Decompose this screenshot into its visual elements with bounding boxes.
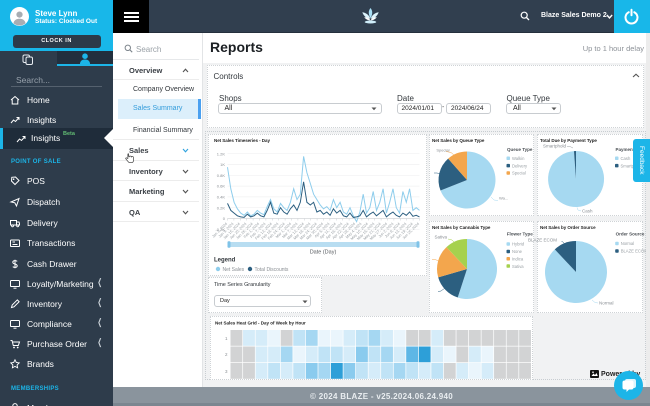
svg-text:0.6K: 0.6K [216, 183, 225, 188]
svg-text:Legend: Legend [214, 257, 236, 263]
svg-text:1K: 1K [220, 162, 225, 167]
svg-text:Sativa: Sativa [512, 263, 524, 268]
svg-text:1.2K: 1.2K [216, 151, 225, 156]
svg-text:Order Source: Order Source [615, 231, 644, 236]
svg-text:BLAZE ECOM: BLAZE ECOM [527, 237, 556, 242]
svg-text:Date (Day): Date (Day) [309, 249, 336, 255]
svg-text:Wa...: Wa... [499, 196, 508, 201]
svg-text:3: 3 [224, 368, 227, 373]
svg-text:None: None [512, 249, 523, 254]
svg-text:Queue Type: Queue Type [507, 147, 533, 152]
svg-text:Special: Special [512, 171, 526, 176]
svg-text:0.8K: 0.8K [216, 172, 225, 177]
svg-text:Walkin: Walkin [512, 156, 525, 161]
svg-text:Cash: Cash [620, 156, 630, 161]
svg-text:Sativa: Sativa [434, 234, 447, 239]
svg-text:1: 1 [224, 335, 227, 340]
svg-text:Indica: Indica [512, 256, 524, 261]
svg-text:Hybrid: Hybrid [512, 241, 525, 246]
svg-text:0.4K: 0.4K [216, 194, 225, 199]
svg-text:0: 0 [222, 216, 225, 221]
svg-text:Normal: Normal [620, 241, 634, 246]
svg-text:Smartphold: Smartphold [542, 144, 566, 149]
svg-text:0.2K: 0.2K [216, 205, 225, 210]
svg-text:Special: Special [436, 148, 449, 153]
svg-text:Net Sales: Net Sales [222, 267, 244, 273]
svg-text:Normal: Normal [599, 300, 614, 305]
svg-text:Net Sales Heat Grid - Day of W: Net Sales Heat Grid - Day of Week by Hou… [215, 320, 306, 325]
svg-text:Delivery: Delivery [512, 163, 528, 168]
svg-text:2: 2 [224, 352, 227, 357]
svg-text:BLAZE ECOM: BLAZE ECOM [620, 248, 648, 253]
svg-text:Flower Type: Flower Type [507, 231, 533, 236]
svg-text:Cash: Cash [582, 209, 593, 214]
svg-text:Total Discounts: Total Discounts [254, 267, 288, 273]
